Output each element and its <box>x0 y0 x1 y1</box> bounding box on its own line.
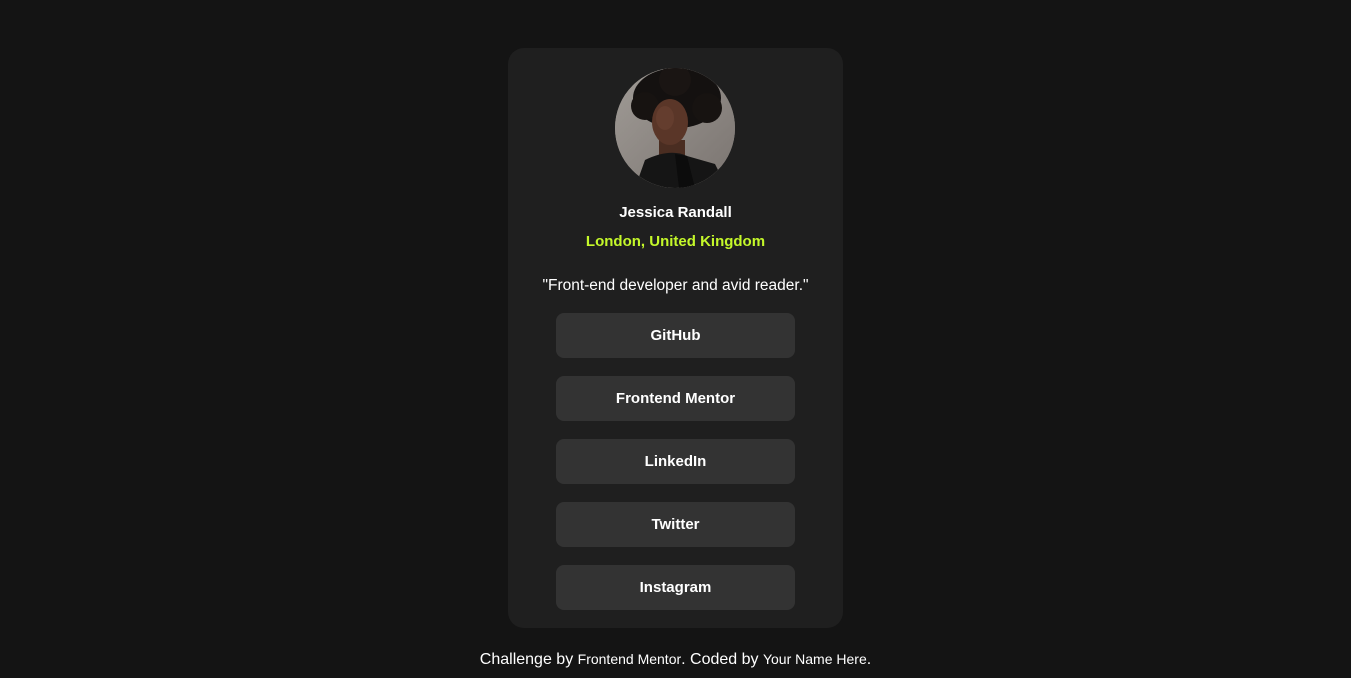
avatar <box>615 68 735 188</box>
list-item: LinkedIn <box>556 439 795 484</box>
social-links-list: GitHub Frontend Mentor LinkedIn Twitter … <box>556 313 795 628</box>
github-link-button[interactable]: GitHub <box>556 313 795 358</box>
instagram-link-button[interactable]: Instagram <box>556 565 795 610</box>
list-item: Frontend Mentor <box>556 376 795 421</box>
list-item: Instagram <box>556 565 795 610</box>
frontend-mentor-link-button[interactable]: Frontend Mentor <box>556 376 795 421</box>
attribution-middle: . Coded by <box>681 651 763 668</box>
attribution-prefix: Challenge by <box>479 651 578 668</box>
twitter-link-button[interactable]: Twitter <box>556 502 795 547</box>
profile-card: Jessica Randall London, United Kingdom "… <box>508 48 843 628</box>
list-item: Twitter <box>556 502 795 547</box>
attribution-suffix: . <box>866 651 872 668</box>
profile-bio: "Front-end developer and avid reader." <box>542 277 809 294</box>
linkedin-link-button[interactable]: LinkedIn <box>556 439 795 484</box>
author-attribution-link[interactable]: Your Name Here <box>763 651 867 667</box>
avatar-photo <box>615 68 735 188</box>
profile-name: Jessica Randall <box>619 204 732 221</box>
attribution: Challenge by Frontend Mentor. Coded by Y… <box>0 648 1351 671</box>
list-item: GitHub <box>556 313 795 358</box>
profile-location: London, United Kingdom <box>585 233 766 250</box>
frontend-mentor-attribution-link[interactable]: Frontend Mentor <box>578 651 682 667</box>
